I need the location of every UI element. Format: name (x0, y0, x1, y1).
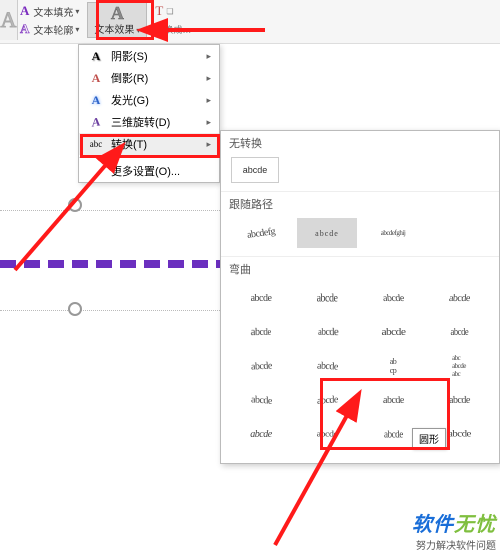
submenu-arrow-icon: ▸ (206, 51, 211, 62)
menu-item-glow[interactable]: A 发光(G) ▸ (79, 89, 219, 111)
section-no-transform: 无转换 (221, 131, 499, 153)
warp-option[interactable]: abcde (297, 419, 357, 449)
warp-option[interactable]: abcde (429, 317, 489, 347)
menu-label: 发光(G) (111, 92, 149, 108)
convert-button[interactable]: T❏ (155, 2, 191, 20)
caret-icon: ▾ (136, 26, 140, 35)
submenu-arrow-icon: ▸ (206, 73, 211, 84)
text-fill-button[interactable]: A 文本填充 ▾ (20, 2, 79, 20)
warp-option[interactable]: abcde (231, 283, 291, 313)
watermark: 软件无忧 努力解决软件问题 (412, 508, 496, 552)
text-outline-button[interactable]: A 文本轮廓 ▾ (20, 20, 79, 38)
warp-option[interactable]: abcde (297, 351, 357, 381)
dashed-purple-line (0, 260, 220, 268)
warp-option-circle1[interactable]: abcp (363, 351, 423, 381)
convert-label: 转换成… (155, 23, 191, 36)
menu-item-shadow[interactable]: A 阴影(S) ▸ (79, 45, 219, 67)
path-option-circle[interactable]: abcde (297, 218, 357, 248)
toolbar-fragment: A (0, 0, 18, 40)
warp-option[interactable]: abcde (363, 283, 423, 313)
menu-item-reflection[interactable]: A 倒影(R) ▸ (79, 67, 219, 89)
menu-item-more[interactable]: 更多设置(O)... (79, 160, 219, 182)
menu-separator (79, 157, 219, 158)
warp-option[interactable]: abcde (429, 283, 489, 313)
section-warp: 弯曲 (221, 256, 499, 279)
text-effects-button[interactable]: A 文本效果▾ (87, 2, 147, 38)
text-effects-icon: A (94, 5, 140, 21)
menu-label: 阴影(S) (111, 48, 148, 64)
warp-option[interactable]: abcde (231, 385, 291, 415)
warp-option[interactable]: abcde (363, 385, 423, 415)
ribbon-toolbar: A 文本填充 ▾ A 文本轮廓 ▾ A 文本效果▾ T❏ 转换成… (0, 0, 500, 44)
convert-group: T❏ 转换成… (155, 2, 191, 38)
text-fill-icon: A (20, 3, 29, 19)
path-option-wheel[interactable]: abcdefghij (363, 218, 423, 248)
timeline-marker (68, 198, 82, 212)
warp-option[interactable]: abcde (231, 317, 291, 347)
warp-option[interactable]: abcde (231, 419, 291, 449)
text-outline-icon: A (20, 21, 29, 37)
section-follow-path: 跟随路径 (221, 191, 499, 214)
menu-label: 转换(T) (111, 136, 147, 152)
glow-icon: A (87, 93, 105, 108)
convert-icon: T (155, 3, 163, 19)
no-transform-option[interactable]: abcde (231, 157, 279, 183)
rotation3d-icon: A (87, 113, 105, 131)
warp-option-circle2[interactable]: abcabcdeabc (429, 351, 489, 381)
warp-tooltip: 圆形 (412, 428, 446, 449)
text-fill-label: 文本填充 (33, 4, 73, 19)
watermark-brand: 软件无忧 (412, 508, 496, 537)
text-fill-outline-group: A 文本填充 ▾ A 文本轮廓 ▾ (20, 2, 79, 38)
transform-submenu: 无转换 abcde 跟随路径 abcdefg abcde abcdefghij … (220, 130, 500, 464)
follow-path-grid: abcdefg abcde abcdefghij (221, 214, 499, 256)
menu-item-transform[interactable]: abc 转换(T) ▸ (79, 133, 219, 155)
shadow-icon: A (87, 49, 105, 64)
text-effects-menu: A 阴影(S) ▸ A 倒影(R) ▸ A 发光(G) ▸ A 三维旋转(D) … (78, 44, 220, 183)
watermark-slogan: 努力解决软件问题 (412, 537, 496, 552)
timeline-marker (68, 302, 82, 316)
submenu-arrow-icon: ▸ (206, 117, 211, 128)
warp-option[interactable]: abcde (297, 283, 357, 313)
menu-label: 更多设置(O)... (111, 163, 180, 179)
menu-label: 三维旋转(D) (111, 114, 170, 130)
text-outline-label: 文本轮廓 (33, 22, 73, 37)
warp-option[interactable]: abcde (429, 385, 489, 415)
reflection-icon: A (87, 71, 105, 86)
transform-icon: abc (87, 139, 105, 149)
no-transform-row: abcde (231, 157, 489, 183)
menu-label: 倒影(R) (111, 70, 148, 86)
warp-option[interactable]: abcde (363, 317, 423, 347)
text-effects-label: 文本效果 (94, 25, 134, 36)
menu-item-3d-rotation[interactable]: A 三维旋转(D) ▸ (79, 111, 219, 133)
warp-option[interactable]: abcde (297, 317, 357, 347)
caret-icon: ▾ (75, 25, 79, 34)
submenu-arrow-icon: ▸ (206, 139, 211, 150)
warp-option[interactable]: abcde (297, 385, 357, 415)
warp-option[interactable]: abcde (231, 351, 291, 381)
path-option-arch[interactable]: abcdefg (231, 218, 291, 248)
submenu-arrow-icon: ▸ (206, 95, 211, 106)
caret-icon: ▾ (75, 7, 79, 16)
warp-grid: abcde abcde abcde abcde abcde abcde abcd… (221, 279, 499, 457)
